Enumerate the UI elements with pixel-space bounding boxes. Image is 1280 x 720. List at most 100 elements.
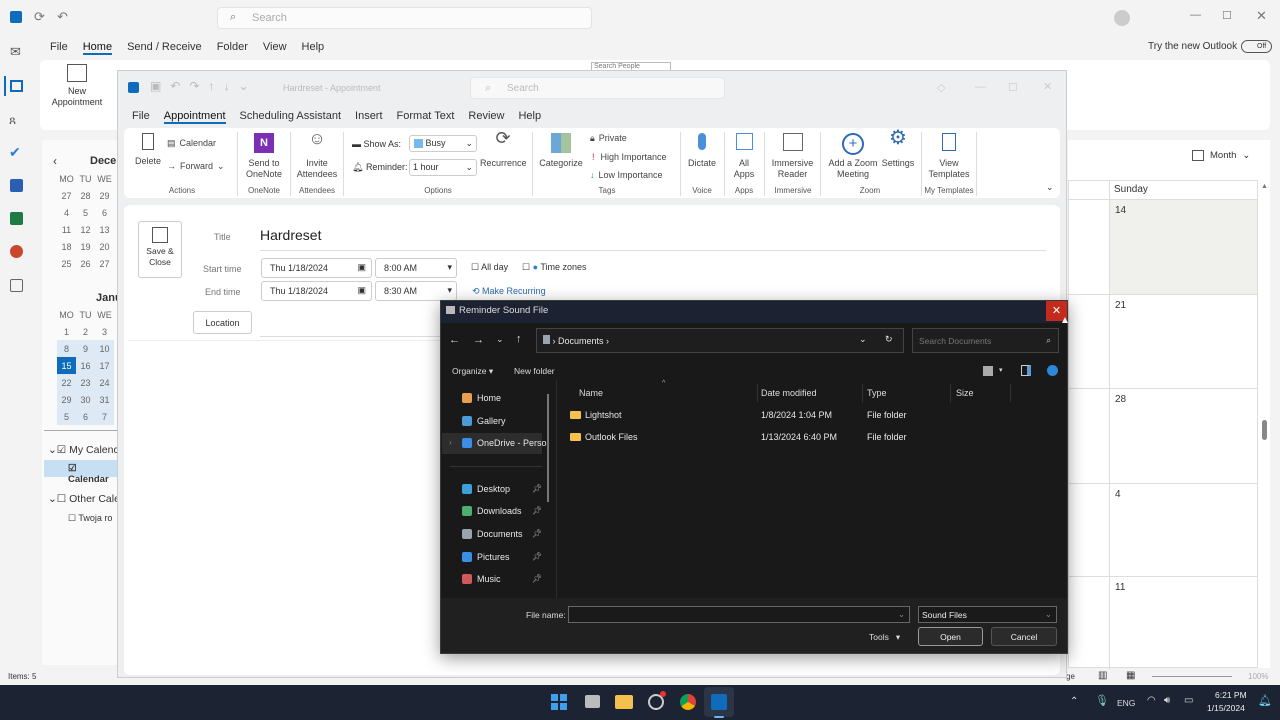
nav-item-music[interactable]: Music bbox=[462, 574, 501, 584]
column-size[interactable]: Size bbox=[956, 388, 974, 398]
refresh-icon[interactable]: ↻ bbox=[885, 334, 893, 345]
mini-calendar-day[interactable]: 11 bbox=[57, 221, 76, 238]
invite-attendees-button[interactable]: ☺ Invite Attendees bbox=[296, 130, 338, 180]
end-date-picker[interactable]: Thu 1/18/2024 ▣ bbox=[261, 281, 372, 301]
nav-item-gallery[interactable]: Gallery bbox=[462, 416, 506, 426]
view-dropdown-icon[interactable]: ▾ bbox=[999, 366, 1003, 374]
menu-file[interactable]: File bbox=[50, 41, 68, 55]
settings-button[interactable]: ⚙ Settings bbox=[880, 128, 916, 169]
menu-view[interactable]: View bbox=[263, 41, 287, 55]
delete-button[interactable]: Delete bbox=[134, 133, 162, 167]
undo-icon[interactable]: ↶ bbox=[57, 9, 68, 25]
nav-item-documents[interactable]: Documents bbox=[462, 529, 523, 539]
todo-icon[interactable]: ✔ bbox=[9, 144, 21, 161]
word-icon[interactable] bbox=[10, 179, 23, 192]
tab-scheduling-assistant[interactable]: Scheduling Assistant bbox=[240, 110, 342, 124]
reminder-dropdown[interactable]: 1 hour ⌄ bbox=[409, 159, 477, 176]
mini-calendar-day[interactable]: 8 bbox=[57, 340, 76, 357]
forward-icon[interactable]: → bbox=[473, 334, 484, 346]
mini-calendar-day[interactable]: 29 bbox=[57, 391, 76, 408]
organize-button[interactable]: Organize ▾ bbox=[452, 366, 493, 377]
start-date-picker[interactable]: Thu 1/18/2024 ▣ bbox=[261, 258, 372, 278]
diamond-icon[interactable]: ◇ bbox=[937, 81, 945, 94]
nav-item-pictures[interactable]: Pictures bbox=[462, 552, 510, 562]
mini-calendar-day[interactable]: 16 bbox=[76, 357, 95, 374]
microphone-tray-icon[interactable]: 🎙︎ bbox=[1095, 694, 1109, 707]
show-hidden-icons[interactable]: ⌃ bbox=[1070, 696, 1078, 707]
mini-calendar-day[interactable]: 22 bbox=[57, 374, 76, 391]
zoom-slider[interactable] bbox=[1152, 676, 1232, 677]
tab-help[interactable]: Help bbox=[518, 110, 541, 124]
view-selector[interactable]: Month ⌄ bbox=[1192, 150, 1250, 161]
mini-calendar-day[interactable]: 12 bbox=[76, 221, 95, 238]
make-recurring-link[interactable]: ⟲ Make Recurring bbox=[472, 286, 546, 297]
file-name-input[interactable]: ⌄ bbox=[568, 606, 910, 623]
private-button[interactable]: 🔒︎ Private bbox=[590, 133, 627, 144]
other-calendars-group[interactable]: ⌄☐ Other Cale bbox=[48, 493, 120, 505]
categorize-button[interactable]: Categorize bbox=[538, 133, 584, 169]
calendar-button[interactable]: ▤ Calendar bbox=[167, 138, 216, 149]
open-button[interactable]: Open bbox=[918, 627, 983, 646]
menu-help[interactable]: Help bbox=[302, 41, 325, 55]
prev-month-icon[interactable]: ‹ bbox=[53, 154, 57, 168]
avatar[interactable] bbox=[1114, 10, 1130, 26]
calendar-day-cell[interactable] bbox=[1110, 577, 1257, 668]
expand-onedrive-icon[interactable]: › bbox=[449, 438, 452, 447]
mini-calendar-day[interactable]: 24 bbox=[95, 374, 114, 391]
excel-icon[interactable] bbox=[10, 212, 23, 225]
immersive-reader-button[interactable]: Immersive Reader bbox=[770, 133, 815, 180]
column-type[interactable]: Type bbox=[867, 388, 887, 398]
title-input[interactable]: Hardreset bbox=[260, 224, 1046, 251]
calendar-icon[interactable] bbox=[10, 80, 23, 92]
start-time-dropdown[interactable]: 8:00 AM ▾ bbox=[375, 258, 457, 278]
battery-icon[interactable]: ▭ bbox=[1184, 695, 1193, 706]
normal-view-icon[interactable]: ▥ bbox=[1098, 670, 1107, 681]
all-day-checkbox[interactable]: ☐ All day bbox=[471, 262, 508, 273]
tab-insert[interactable]: Insert bbox=[355, 110, 383, 124]
menu-home[interactable]: Home bbox=[82, 41, 113, 55]
recent-locations-icon[interactable]: ⌄ bbox=[496, 334, 504, 345]
mini-calendar-day[interactable]: 23 bbox=[76, 374, 95, 391]
time-zones-checkbox[interactable]: ☐ ● Time zones bbox=[522, 262, 587, 273]
appt-close-icon[interactable]: ✕ bbox=[1043, 80, 1052, 93]
view-options-icon[interactable] bbox=[983, 366, 993, 376]
low-importance-button[interactable]: ↓ Low Importance bbox=[590, 170, 663, 181]
scroll-up-icon[interactable]: ▲ bbox=[1261, 183, 1268, 190]
mini-calendar-day[interactable]: 15 bbox=[57, 357, 76, 374]
mini-calendar-day[interactable]: 19 bbox=[76, 238, 95, 255]
add-zoom-meeting-button[interactable]: + Add a Zoom Meeting bbox=[826, 133, 880, 180]
apps-icon[interactable] bbox=[10, 279, 23, 292]
tab-review[interactable]: Review bbox=[468, 110, 504, 124]
appt-maximize-icon[interactable]: ☐ bbox=[1008, 81, 1018, 94]
menu-folder[interactable]: Folder bbox=[217, 41, 248, 55]
back-icon[interactable]: ← bbox=[449, 334, 460, 346]
column-name[interactable]: Name bbox=[579, 388, 603, 398]
address-dropdown-icon[interactable]: ⌄ bbox=[859, 334, 867, 345]
tab-appointment[interactable]: Appointment bbox=[163, 110, 226, 124]
nav-scrollbar[interactable] bbox=[547, 394, 549, 502]
high-importance-button[interactable]: ! High Importance bbox=[592, 152, 667, 163]
calendar-day-cell[interactable] bbox=[1110, 295, 1257, 388]
cancel-button[interactable]: Cancel bbox=[991, 627, 1057, 646]
mini-calendar-day[interactable]: 25 bbox=[57, 255, 76, 272]
notification-bell-icon[interactable]: 🔔︎ bbox=[1258, 694, 1272, 707]
location-input[interactable] bbox=[260, 336, 440, 337]
new-appointment-button[interactable]: New Appointment bbox=[48, 64, 106, 108]
mini-calendar-day[interactable]: 18 bbox=[57, 238, 76, 255]
wifi-icon[interactable]: ◠ bbox=[1147, 695, 1156, 706]
people-icon[interactable]: ጸ bbox=[9, 113, 16, 128]
appt-search-box[interactable]: ⌕ Search bbox=[470, 77, 725, 99]
mini-calendar-day[interactable]: 1 bbox=[57, 323, 76, 340]
save-close-button[interactable]: Save & Close bbox=[138, 221, 182, 278]
mini-calendar-day[interactable]: 30 bbox=[76, 391, 95, 408]
recurrence-button[interactable]: ⟳ Recurrence bbox=[480, 129, 527, 169]
task-view-icon[interactable] bbox=[585, 695, 600, 708]
reading-view-icon[interactable]: ▦ bbox=[1126, 670, 1135, 681]
calendar-day-cell[interactable] bbox=[1110, 389, 1257, 483]
show-as-dropdown[interactable]: Busy ⌄ bbox=[409, 135, 477, 152]
mini-calendar-day[interactable]: 13 bbox=[95, 221, 114, 238]
minimize-icon[interactable]: — bbox=[1190, 9, 1201, 21]
calendar-day-cell[interactable] bbox=[1110, 200, 1257, 294]
mini-calendar-day[interactable]: 10 bbox=[95, 340, 114, 357]
file-explorer-icon[interactable] bbox=[615, 695, 633, 709]
